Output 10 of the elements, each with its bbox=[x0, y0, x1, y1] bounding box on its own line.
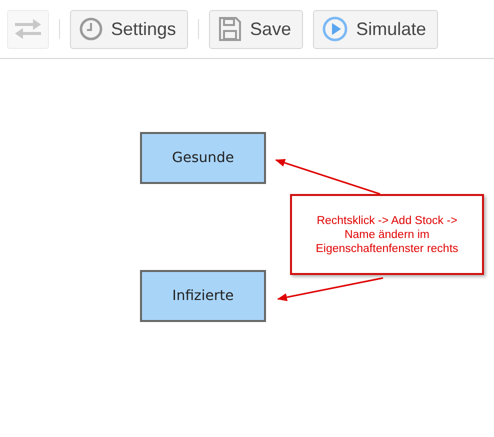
toolbar-button[interactable]: Simulate bbox=[313, 10, 438, 48]
toolbar-button[interactable]: Save bbox=[209, 10, 304, 48]
save-icon bbox=[218, 16, 242, 42]
clock-icon bbox=[79, 17, 103, 41]
stock-node: Gesunde bbox=[140, 132, 266, 184]
stock-node: Infizierte bbox=[140, 270, 266, 322]
callout-text: Rechtsklick -> Add Stock -> Name ändern im Eigenschaftenfenster rechts bbox=[314, 214, 460, 256]
toolbar-button[interactable]: Settings bbox=[70, 10, 188, 48]
swap-icon bbox=[13, 18, 43, 40]
play-icon bbox=[322, 16, 348, 42]
